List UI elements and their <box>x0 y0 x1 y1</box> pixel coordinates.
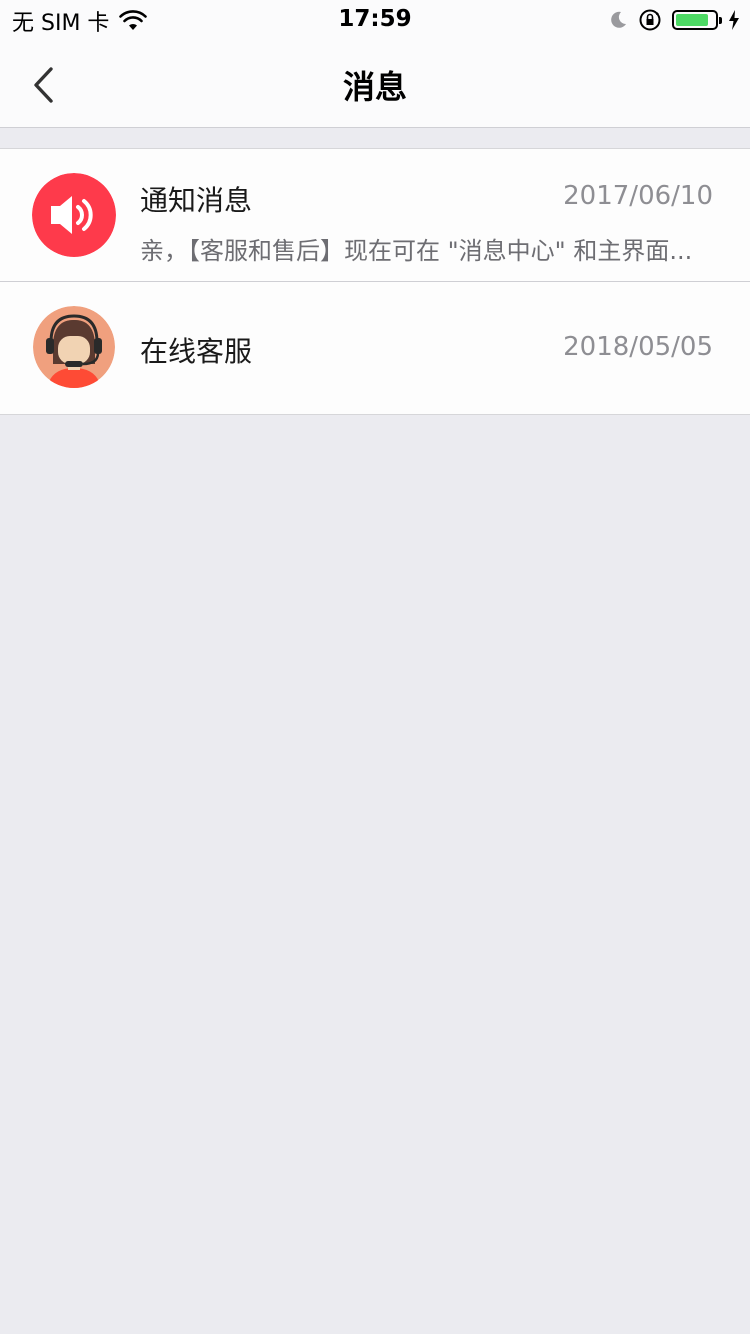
battery-icon <box>672 10 722 30</box>
navigation-bar: 消息 <box>0 40 750 128</box>
speaker-icon <box>32 173 116 257</box>
message-date: 2017/06/10 <box>563 181 713 211</box>
list-item-online-service[interactable]: 在线客服 2018/05/05 <box>0 282 750 414</box>
customer-service-icon <box>33 306 115 388</box>
message-title: 通知消息 <box>140 184 253 217</box>
page-title: 消息 <box>342 68 407 106</box>
message-preview: 亲，【客服和售后】现在可在 "消息中心" 和主界面... <box>140 237 693 265</box>
status-bar: 无 SIM 卡 17:59 <box>0 0 750 40</box>
battery-fill <box>676 14 709 26</box>
message-date: 2018/05/05 <box>563 332 713 362</box>
orientation-lock-icon <box>639 9 661 31</box>
status-right <box>598 8 740 32</box>
charging-bolt-icon <box>729 10 739 30</box>
message-list: 通知消息 2017/06/10 亲，【客服和售后】现在可在 "消息中心" 和主界… <box>0 148 750 415</box>
moon-icon <box>611 11 626 28</box>
customer-service-avatar <box>33 306 115 388</box>
message-title: 在线客服 <box>140 335 253 368</box>
list-item-notification[interactable]: 通知消息 2017/06/10 亲，【客服和售后】现在可在 "消息中心" 和主界… <box>0 149 750 282</box>
notification-avatar <box>32 173 116 257</box>
